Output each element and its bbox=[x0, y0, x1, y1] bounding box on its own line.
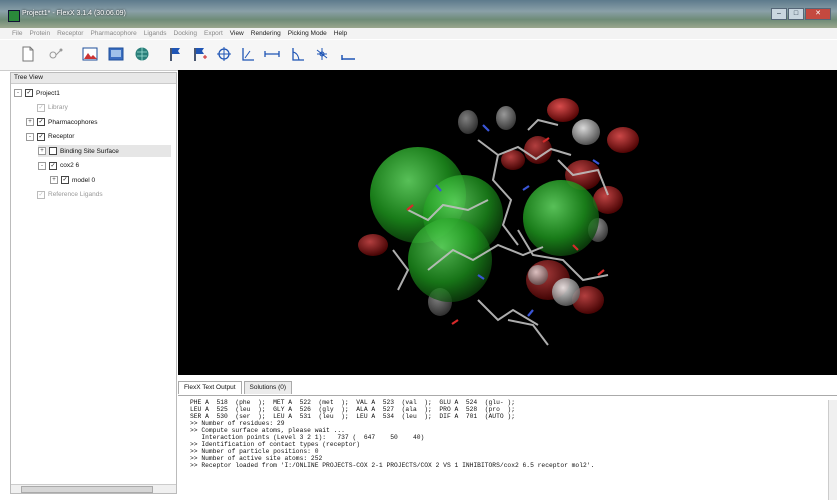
distance-icon[interactable] bbox=[264, 46, 280, 62]
menu-item-view[interactable]: View bbox=[230, 30, 244, 37]
tree-checkbox[interactable]: ✓ bbox=[61, 176, 69, 184]
output-line: >> Compute surface atoms, please wait ..… bbox=[190, 427, 345, 434]
flag-plus-icon[interactable] bbox=[192, 46, 208, 62]
tree-item-library[interactable]: ✓ Library bbox=[26, 102, 171, 114]
menu-bar: File Protein Receptor Pharmacophore Ligands D… bbox=[0, 28, 837, 39]
tree-item-reference-ligands[interactable]: ✓ Reference Ligands bbox=[26, 189, 171, 201]
output-line: >> Receptor loaded from 'I:/ONLINE PROJE… bbox=[190, 462, 595, 469]
tree-item-binding-site-surface[interactable]: + Binding Site Surface bbox=[38, 145, 171, 157]
menu-item-ligands[interactable]: Ligands bbox=[144, 30, 167, 37]
menu-item-rendering[interactable]: Rendering bbox=[251, 30, 281, 37]
output-line: Interaction points (Level 3 2 1): 737 ( … bbox=[190, 434, 425, 441]
toolbar bbox=[0, 40, 837, 71]
molecule-render[interactable] bbox=[178, 70, 837, 375]
tree-item-receptor[interactable]: - ✓ Receptor bbox=[26, 131, 171, 143]
tab-text-output[interactable]: FlexX Text Output bbox=[178, 381, 242, 394]
tree-checkbox[interactable]: ✓ bbox=[49, 161, 57, 170]
output-line: LEU A 525 (leu ); GLY A 526 (gly ); ALA … bbox=[190, 406, 515, 413]
menu-item-protein[interactable]: Protein bbox=[29, 30, 50, 37]
tree-checkbox[interactable]: ✓ bbox=[25, 89, 33, 97]
horizontal-scrollbar[interactable] bbox=[11, 484, 176, 493]
tree-item-model-0[interactable]: + ✓ model 0 bbox=[50, 174, 171, 186]
flag-icon[interactable] bbox=[168, 46, 184, 62]
menu-item-docking[interactable]: Docking bbox=[174, 30, 197, 37]
tree-item-label: Binding Site Surface bbox=[60, 147, 119, 155]
expand-toggle-icon[interactable]: + bbox=[50, 176, 58, 184]
tree-view-title: Tree View bbox=[11, 73, 176, 84]
close-button[interactable]: ✕ bbox=[805, 8, 831, 20]
expand-toggle-icon[interactable]: - bbox=[26, 132, 34, 141]
tab-solutions[interactable]: Solutions (0) bbox=[243, 381, 293, 394]
tree-checkbox[interactable]: ✓ bbox=[37, 190, 45, 199]
expand-toggle-icon[interactable]: - bbox=[14, 89, 22, 97]
menu-item-export[interactable]: Export bbox=[204, 30, 223, 37]
expand-toggle-icon[interactable]: + bbox=[38, 147, 46, 155]
tree-item-project1[interactable]: - ✓ Project1 bbox=[14, 87, 171, 99]
tree-item-label: Project1 bbox=[36, 89, 60, 97]
vertical-scrollbar[interactable] bbox=[828, 400, 837, 500]
title-bar: Project1* - FlexX 3.1.4 (30.06.09) – □ ✕ bbox=[0, 0, 837, 28]
minimize-button[interactable]: – bbox=[771, 8, 787, 20]
image-icon[interactable] bbox=[108, 46, 124, 62]
menu-item-file[interactable]: File bbox=[12, 30, 22, 37]
tree-checkbox[interactable]: ✓ bbox=[37, 132, 45, 141]
globe-icon[interactable] bbox=[134, 46, 150, 62]
tree-item-cox2-6[interactable]: - ✓ cox2 6 bbox=[38, 160, 171, 172]
dihedral-icon[interactable] bbox=[314, 46, 330, 62]
output-line: >> Identification of contact types (rece… bbox=[190, 441, 361, 448]
mountain-icon[interactable] bbox=[82, 46, 98, 62]
tree-item-label: Receptor bbox=[48, 133, 75, 140]
text-output-panel: PHE A 518 (phe ); MET A 522 (met ); VAL … bbox=[178, 395, 837, 503]
angle-icon[interactable] bbox=[290, 46, 306, 62]
expand-toggle-icon[interactable]: + bbox=[26, 118, 34, 126]
tree-item-pharmacophores[interactable]: + ✓ Pharmacophores bbox=[26, 116, 171, 128]
expand-toggle-icon[interactable]: - bbox=[38, 161, 46, 170]
3d-viewport[interactable] bbox=[178, 70, 837, 375]
tree-item-label: model 0 bbox=[72, 176, 96, 184]
output-line: >> Number of residues: 29 bbox=[190, 420, 285, 427]
axes-icon[interactable] bbox=[240, 46, 256, 62]
measure-icon[interactable] bbox=[340, 46, 356, 62]
tree-checkbox[interactable] bbox=[49, 147, 57, 155]
app-icon bbox=[8, 10, 20, 22]
menu-item-pharmacophore[interactable]: Pharmacophore bbox=[90, 30, 136, 37]
tree-item-label: Library bbox=[48, 104, 68, 111]
tree-item-label: Pharmacophores bbox=[48, 118, 98, 126]
menu-item-picking-mode[interactable]: Picking Mode bbox=[288, 30, 327, 37]
menu-item-help[interactable]: Help bbox=[334, 30, 347, 37]
output-text: PHE A 518 (phe ); MET A 522 (met ); VAL … bbox=[190, 399, 837, 469]
crosshair-icon[interactable] bbox=[216, 46, 232, 62]
tree-checkbox[interactable]: ✓ bbox=[37, 118, 45, 126]
maximize-button[interactable]: □ bbox=[788, 8, 804, 20]
menu-item-receptor[interactable]: Receptor bbox=[57, 30, 83, 37]
output-line: PHE A 518 (phe ); MET A 522 (met ); VAL … bbox=[190, 399, 515, 406]
output-line: >> Number of particle positions: 0 bbox=[190, 448, 319, 455]
new-file-icon[interactable] bbox=[20, 46, 36, 62]
tree-item-label: cox2 6 bbox=[60, 162, 80, 169]
tree-item-label: Reference Ligands bbox=[48, 191, 103, 198]
tree-checkbox[interactable]: ✓ bbox=[37, 103, 45, 112]
ligand-icon[interactable] bbox=[48, 46, 64, 62]
tree-view-panel: Tree View - ✓ Project1 ✓ Library + ✓ Pharmacoph… bbox=[10, 72, 177, 494]
output-line: >> Number of active site atoms: 252 bbox=[190, 455, 323, 462]
output-line: SER A 530 (ser ); LEU A 531 (leu ); LEU … bbox=[190, 413, 515, 420]
window-title: Project1* - FlexX 3.1.4 (30.06.09) bbox=[22, 10, 126, 17]
